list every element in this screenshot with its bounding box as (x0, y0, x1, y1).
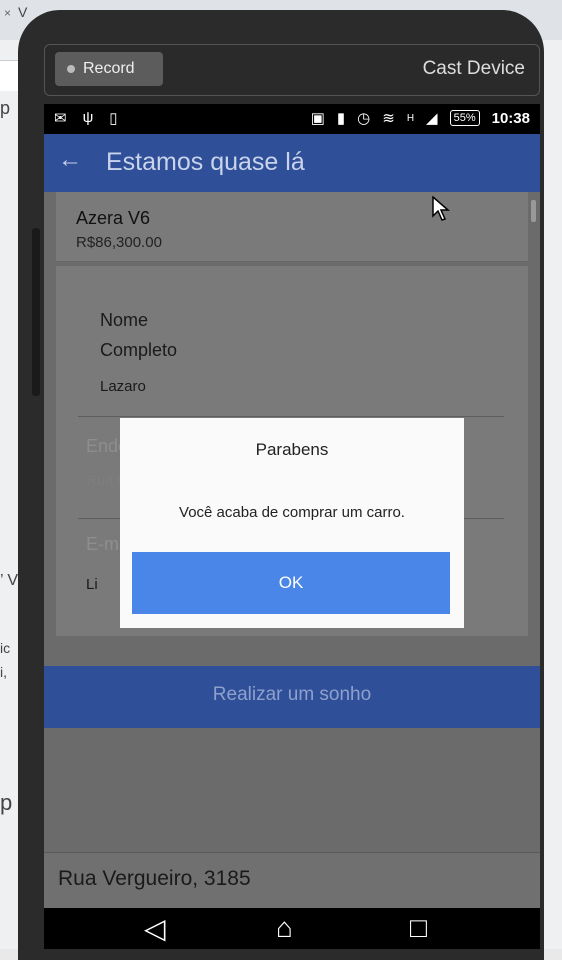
page-fragment-text: p (0, 98, 11, 118)
page-fragment-text: ’ V (0, 572, 19, 589)
phone-screen: ✉ ψ ▯ ▣ ▮ ◷ ≋ H ◢ 55% 10:38 ← Estamos qu… (44, 104, 540, 949)
product-price: R$86,300.00 (76, 234, 162, 251)
product-card: Azera V6 R$86,300.00 (56, 192, 528, 262)
tab-fragment: V (18, 4, 28, 20)
app-bar: ← Estamos quase lá (44, 134, 540, 192)
page-fragment-text: p (0, 790, 13, 815)
arrow-left-icon[interactable]: ← (58, 146, 82, 174)
network-type: H (406, 112, 415, 124)
page-title: Estamos quase lá (106, 148, 305, 176)
vibrate-icon: ▮ (336, 110, 346, 127)
page-fragment-box (0, 60, 20, 91)
name-label: Nome (100, 310, 149, 330)
android-nav-bar: ◁ ⌂ □ (44, 908, 540, 949)
success-dialog: Parabens Você acaba de comprar um carro.… (120, 418, 464, 628)
store-address: Rua Vergueiro, 3185 (44, 852, 540, 909)
cast-device-button[interactable]: Cast Device (423, 58, 525, 80)
wifi-icon: ≋ (382, 110, 395, 127)
home-icon[interactable]: ⌂ (276, 912, 293, 944)
store-address-text: Rua Vergueiro, 3185 (58, 867, 251, 890)
scrollbar[interactable] (531, 200, 536, 222)
mouse-cursor-icon (432, 196, 450, 221)
record-button[interactable]: Record (55, 52, 163, 86)
realizar-sonho-button[interactable]: Realizar um sonho (44, 666, 540, 728)
dialog-message: Você acaba de comprar um carro. (179, 504, 405, 521)
email-field[interactable]: Li (86, 576, 98, 593)
alarm-icon: ◷ (357, 110, 371, 127)
sim-icon: ▯ (109, 110, 118, 127)
page-fragment-text: i, (0, 664, 7, 680)
ok-button[interactable]: OK (132, 552, 450, 614)
page-fragment-text: ic (0, 640, 11, 656)
cast-icon: ▣ (310, 110, 325, 127)
phone-side-button (32, 228, 40, 396)
record-label: Record (83, 60, 135, 77)
clock: 10:38 (491, 109, 530, 127)
product-name: Azera V6 (76, 208, 151, 228)
mail-icon: ✉ (54, 110, 67, 127)
cta-label: Realizar um sonho (212, 684, 372, 705)
name-label-line2: Completo (100, 340, 178, 360)
cast-toolbar: Record Cast Device (44, 44, 540, 96)
status-bar: ✉ ψ ▯ ▣ ▮ ◷ ≋ H ◢ 55% 10:38 (44, 104, 540, 134)
tab-close-icon[interactable]: × (4, 6, 11, 20)
recents-icon[interactable]: □ (410, 912, 427, 944)
name-field[interactable]: Lazaro (100, 378, 146, 395)
name-field-underline (78, 416, 504, 417)
signal-antenna-icon: ψ (82, 109, 94, 126)
back-triangle-icon[interactable]: ◁ (144, 912, 166, 945)
record-dot-icon (67, 65, 75, 73)
dialog-title: Parabens (255, 440, 329, 459)
cell-signal-icon: ◢ (426, 110, 438, 127)
battery-icon: 55% (449, 110, 480, 126)
